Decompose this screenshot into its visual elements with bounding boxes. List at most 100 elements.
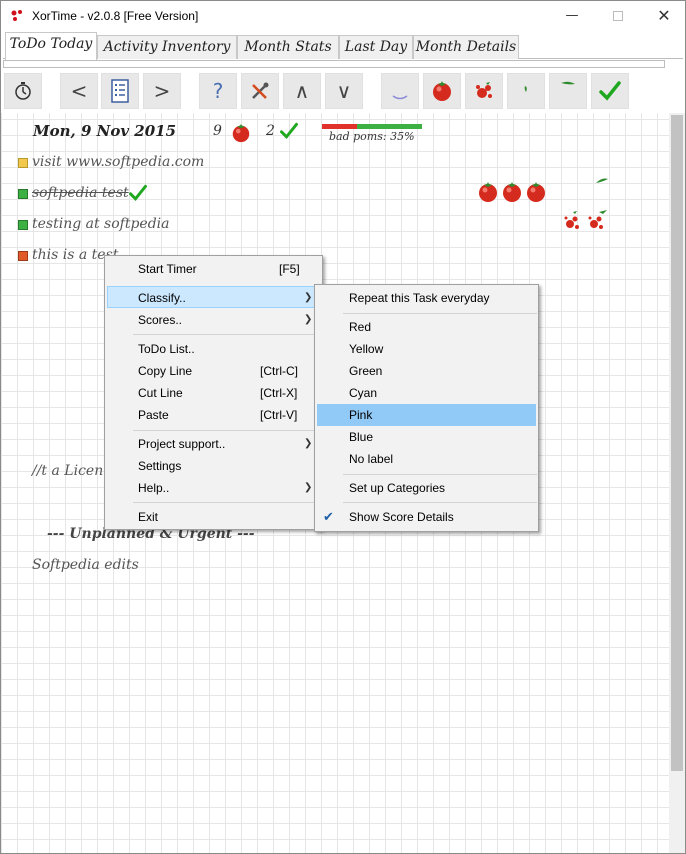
leaf-sprig-button[interactable] [549, 73, 587, 109]
minimize-button[interactable]: — [549, 1, 595, 31]
current-date: Mon, 9 Nov 2015 [33, 122, 177, 140]
submenu-item-setup-categories[interactable]: Set up Categories [317, 477, 536, 499]
help-icon: ? [212, 79, 224, 103]
menu-item-copy-line[interactable]: Copy Line [Ctrl-C] [107, 360, 320, 382]
bad-pomodoro-button[interactable] [465, 73, 503, 109]
settings-tools-button[interactable] [241, 73, 279, 109]
check-icon [280, 122, 298, 140]
next-day-button[interactable]: > [143, 73, 181, 109]
add-pomodoro-button[interactable] [423, 73, 461, 109]
chevron-down-icon: ∨ [336, 79, 352, 103]
task-color-marker[interactable] [18, 220, 28, 230]
submenu-item-green[interactable]: Green [317, 360, 536, 382]
interrupt-button[interactable] [381, 73, 419, 109]
chevron-left-icon: < [70, 79, 88, 103]
tab-last-day[interactable]: Last Day [339, 35, 413, 59]
classify-submenu: Repeat this Task everyday Red Yellow Gre… [314, 284, 539, 532]
tomato-icon [232, 123, 250, 143]
menu-item-start-timer[interactable]: Start Timer [F5] [107, 258, 320, 280]
softpedia-edits-line[interactable]: Softpedia edits [32, 557, 139, 573]
leaf-button[interactable] [507, 73, 545, 109]
task-label[interactable]: testing at softpedia [32, 216, 170, 232]
completed-count: 2 [266, 123, 275, 139]
leaf-icon [524, 86, 527, 92]
tools-icon [252, 82, 269, 99]
menu-separator [343, 313, 537, 314]
leaf-sprig-icon [561, 81, 575, 85]
submenu-item-repeat-everyday[interactable]: Repeat this Task everyday [317, 287, 536, 309]
timer-icon [15, 82, 31, 100]
task-color-marker[interactable] [18, 158, 28, 168]
menu-item-todo-list[interactable]: ToDo List.. [107, 338, 320, 360]
submenu-arrow-icon: ❯ [304, 482, 313, 493]
move-down-button[interactable]: ∨ [325, 73, 363, 109]
submenu-arrow-icon: ❯ [304, 292, 313, 303]
menu-separator [133, 334, 319, 335]
license-text[interactable]: //t a Licen [32, 463, 103, 479]
bad-pom-icon [476, 82, 492, 98]
menu-separator [133, 430, 319, 431]
leaf-sprig-icon [596, 178, 608, 183]
bad-poms-label: bad poms: 35% [329, 130, 415, 143]
tomato-icon [433, 81, 451, 101]
tab-content-border [3, 60, 665, 68]
tab-todo-today[interactable]: ToDo Today [5, 32, 97, 60]
submenu-item-no-label[interactable]: No label [317, 448, 536, 470]
menu-item-help[interactable]: Help.. ❯ [107, 477, 320, 499]
menu-item-settings[interactable]: Settings [107, 455, 320, 477]
task-color-marker[interactable] [18, 251, 28, 261]
maximize-icon [613, 10, 623, 21]
tomato-icon [479, 182, 545, 202]
move-up-button[interactable]: ∧ [283, 73, 321, 109]
title-bar: XorTime - v2.0.8 [Free Version] — ✕ [1, 1, 685, 31]
app-logo-icon [11, 10, 22, 21]
menu-separator [343, 502, 537, 503]
maximize-button[interactable] [595, 1, 641, 31]
task-item[interactable]: testing at softpedia [18, 216, 178, 234]
submenu-arrow-icon: ❯ [304, 314, 313, 325]
menu-item-exit[interactable]: Exit [107, 506, 320, 528]
menu-item-classify[interactable]: Classify.. ❯ [107, 286, 320, 308]
submenu-item-red[interactable]: Red [317, 316, 536, 338]
chevron-up-icon: ∧ [294, 79, 310, 103]
help-button[interactable]: ? [199, 73, 237, 109]
tab-bar: ToDo Today Activity Inventory Month Stat… [3, 32, 683, 60]
task-color-marker[interactable] [18, 189, 28, 199]
checkmark-icon: ✔ [323, 509, 334, 524]
task-item[interactable]: visit www.softpedia.com [18, 154, 218, 172]
menu-item-scores[interactable]: Scores.. ❯ [107, 309, 320, 331]
complete-task-button[interactable] [591, 73, 629, 109]
submenu-item-cyan[interactable]: Cyan [317, 382, 536, 404]
pomodoro-count: 9 [213, 123, 222, 139]
submenu-item-blue[interactable]: Blue [317, 426, 536, 448]
tab-activity-inventory[interactable]: Activity Inventory [97, 35, 237, 59]
menu-item-paste[interactable]: Paste [Ctrl-V] [107, 404, 320, 426]
menu-item-project-support[interactable]: Project support.. ❯ [107, 433, 320, 455]
close-button[interactable]: ✕ [641, 1, 685, 31]
submenu-item-yellow[interactable]: Yellow [317, 338, 536, 360]
chevron-right-icon: > [153, 79, 171, 103]
context-menu: Start Timer [F5] Classify.. ❯ Scores.. ❯… [104, 255, 323, 530]
todo-list-button[interactable] [101, 73, 139, 109]
task-label[interactable]: visit www.softpedia.com [32, 154, 204, 170]
menu-item-cut-line[interactable]: Cut Line [Ctrl-X] [107, 382, 320, 404]
menu-separator [343, 474, 537, 475]
tab-month-stats[interactable]: Month Stats [237, 35, 339, 59]
list-icon [111, 79, 129, 103]
timer-button[interactable] [4, 73, 42, 109]
previous-day-button[interactable]: < [60, 73, 98, 109]
interrupt-icon [392, 95, 408, 100]
scrollbar-thumb[interactable] [671, 115, 683, 771]
bad-pom-icon [564, 210, 607, 229]
submenu-item-pink[interactable]: Pink [317, 404, 536, 426]
task-label[interactable]: softpedia test [32, 185, 129, 201]
window-title: XorTime - v2.0.8 [Free Version] [32, 9, 199, 23]
toolbar: < > ? ∧ ∨ [1, 69, 685, 113]
submenu-item-show-score-details[interactable]: ✔ Show Score Details [317, 506, 536, 528]
close-icon: ✕ [657, 6, 671, 25]
submenu-arrow-icon: ❯ [304, 438, 313, 449]
app-window: XorTime - v2.0.8 [Free Version] — ✕ ToDo… [0, 0, 686, 854]
bad-poms-progress-fill [322, 124, 357, 129]
tab-month-details[interactable]: Month Details [413, 35, 519, 59]
check-icon [129, 184, 147, 202]
